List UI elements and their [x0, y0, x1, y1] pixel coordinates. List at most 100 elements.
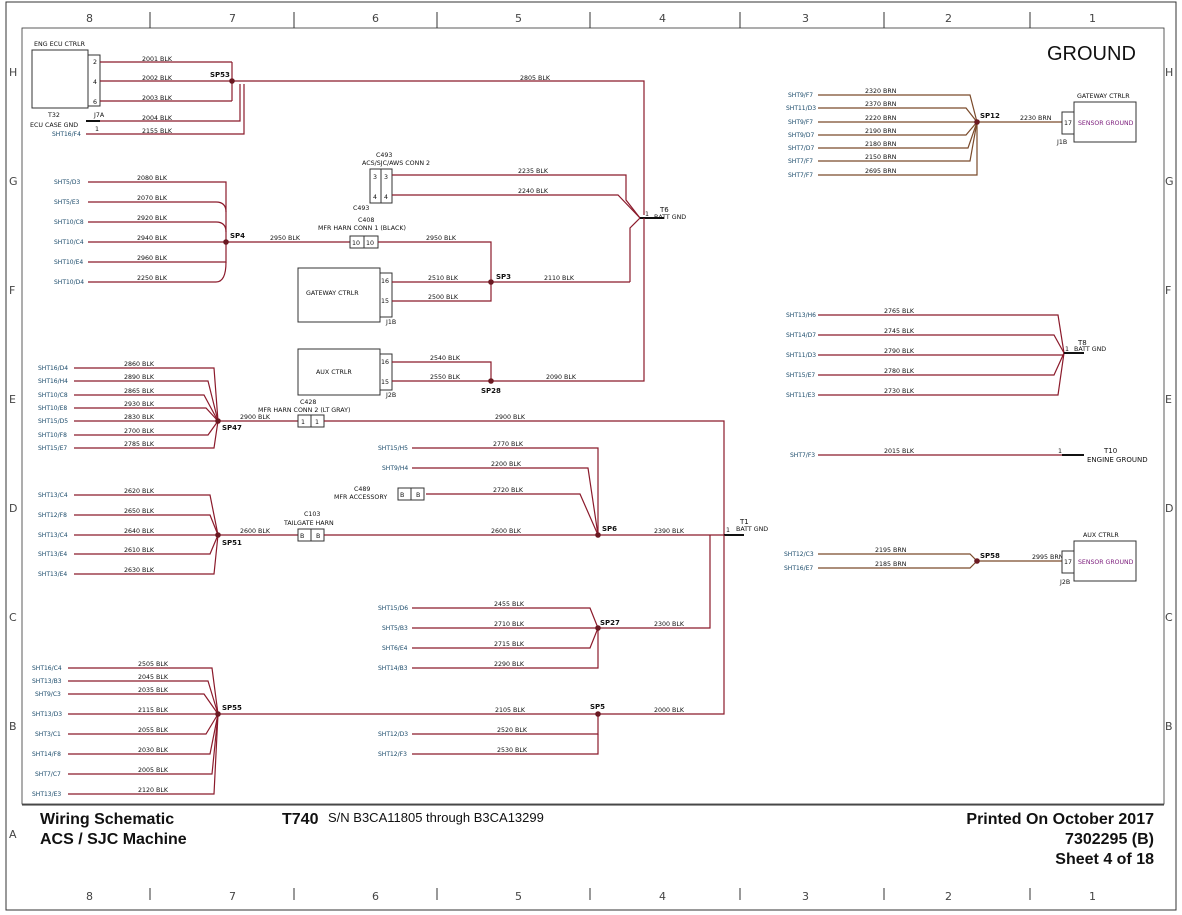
svg-text:4: 4	[93, 79, 97, 86]
svg-text:2530 BLK: 2530 BLK	[497, 747, 528, 754]
svg-text:J2B: J2B	[1059, 579, 1070, 586]
machine-type: ACS / SJC Machine	[40, 831, 187, 848]
splice-sp12	[974, 119, 980, 125]
gateway-ctrlr-left: GATEWAY CTRLR 16 15 J1B	[297, 267, 396, 326]
svg-text:B: B	[300, 533, 304, 540]
svg-text:15: 15	[381, 298, 389, 305]
svg-text:B: B	[400, 492, 404, 499]
svg-text:SHT14/D7: SHT14/D7	[786, 332, 816, 339]
splice-sp28	[488, 378, 494, 384]
svg-text:SHT16/H4: SHT16/H4	[38, 378, 68, 385]
svg-text:ACS/SJC/AWS CONN 2: ACS/SJC/AWS CONN 2	[362, 160, 430, 167]
svg-text:6: 6	[372, 890, 379, 903]
svg-text:2235 BLK: 2235 BLK	[518, 168, 549, 175]
svg-text:SHT9/D7: SHT9/D7	[788, 132, 814, 139]
svg-text:SHT5/E3: SHT5/E3	[54, 199, 80, 206]
svg-text:TAILGATE HARN: TAILGATE HARN	[283, 520, 334, 527]
svg-text:2770 BLK: 2770 BLK	[493, 441, 524, 448]
svg-text:2155 BLK: 2155 BLK	[142, 128, 173, 135]
svg-text:17: 17	[1064, 559, 1072, 566]
svg-text:SP3: SP3	[496, 273, 511, 281]
svg-text:2650 BLK: 2650 BLK	[124, 508, 155, 515]
svg-text:SHT16/E7: SHT16/E7	[784, 565, 813, 572]
svg-text:C: C	[9, 611, 17, 624]
svg-text:4: 4	[373, 194, 377, 201]
svg-text:16: 16	[381, 278, 389, 285]
svg-text:2220 BRN: 2220 BRN	[865, 115, 897, 122]
svg-text:1: 1	[726, 527, 730, 534]
svg-text:2150 BRN: 2150 BRN	[865, 154, 897, 161]
sp4-refs: SHT5/D3 SHT5/E3 SHT10/C8 SHT10/C4 SHT10/…	[54, 179, 84, 286]
connector-c408: C408 MFR HARN CONN 1 (BLACK) 10 10	[318, 217, 406, 249]
svg-text:SP6: SP6	[602, 525, 617, 533]
model-number: T740	[282, 811, 319, 828]
svg-text:2300 BLK: 2300 BLK	[654, 621, 685, 628]
splice-sp4	[223, 239, 229, 245]
splice-sp5	[595, 711, 601, 717]
svg-text:SHT10/C8: SHT10/C8	[54, 219, 84, 226]
svg-text:SHT11/E3: SHT11/E3	[786, 392, 815, 399]
splice-sp53	[229, 78, 235, 84]
svg-text:2830 BLK: 2830 BLK	[124, 414, 155, 421]
svg-text:4: 4	[659, 890, 666, 903]
svg-text:2785 BLK: 2785 BLK	[124, 441, 155, 448]
svg-text:SHT15/D6: SHT15/D6	[378, 605, 408, 612]
svg-text:2390 BLK: 2390 BLK	[654, 528, 685, 535]
svg-text:GATEWAY CTRLR: GATEWAY CTRLR	[1077, 93, 1130, 100]
svg-text:J7A: J7A	[93, 112, 105, 119]
svg-text:SHT9/F7: SHT9/F7	[788, 92, 813, 99]
svg-text:3: 3	[802, 890, 809, 903]
svg-text:SHT13/E4: SHT13/E4	[38, 571, 67, 578]
svg-text:F: F	[1165, 284, 1171, 297]
splice-sp47	[215, 418, 221, 424]
title-block: Wiring Schematic ACS / SJC Machine T740 …	[40, 810, 1154, 868]
svg-text:SHT9/C3: SHT9/C3	[35, 691, 61, 698]
splice-sp58	[974, 558, 980, 564]
svg-text:SENSOR GROUND: SENSOR GROUND	[1078, 559, 1134, 566]
svg-text:SHT7/F7: SHT7/F7	[788, 158, 813, 165]
svg-text:GATEWAY CTRLR: GATEWAY CTRLR	[306, 290, 359, 297]
svg-text:2780 BLK: 2780 BLK	[884, 368, 915, 375]
svg-text:1: 1	[315, 419, 319, 426]
svg-text:SHT12/F8: SHT12/F8	[38, 512, 67, 519]
svg-text:SP12: SP12	[980, 112, 1000, 120]
svg-text:2230 BRN: 2230 BRN	[1020, 115, 1052, 122]
svg-text:2720 BLK: 2720 BLK	[493, 487, 524, 494]
svg-text:2600 BLK: 2600 BLK	[240, 528, 271, 535]
svg-text:3: 3	[373, 174, 377, 181]
svg-text:AUX CTRLR: AUX CTRLR	[316, 369, 352, 376]
svg-text:2950 BLK: 2950 BLK	[270, 235, 301, 242]
svg-text:SHT10/C8: SHT10/C8	[38, 392, 68, 399]
svg-text:2790 BLK: 2790 BLK	[884, 348, 915, 355]
svg-text:1: 1	[1089, 890, 1096, 903]
sp12-refs: SHT9/F7 SHT11/D3 SHT9/F7 SHT9/D7 SHT7/D7…	[786, 92, 816, 179]
svg-text:SHT13/B3: SHT13/B3	[32, 678, 62, 685]
svg-text:2180 BRN: 2180 BRN	[865, 141, 897, 148]
svg-text:2195 BRN: 2195 BRN	[875, 547, 907, 554]
svg-text:B: B	[9, 720, 17, 733]
svg-text:SHT13/C4: SHT13/C4	[38, 532, 68, 539]
svg-text:2004 BLK: 2004 BLK	[142, 115, 173, 122]
svg-text:J2B: J2B	[385, 392, 396, 399]
svg-text:2: 2	[945, 12, 952, 25]
svg-text:2950 BLK: 2950 BLK	[426, 235, 457, 242]
svg-text:2940 BLK: 2940 BLK	[137, 235, 168, 242]
svg-text:C428: C428	[300, 399, 316, 406]
svg-text:G: G	[9, 175, 18, 188]
svg-text:H: H	[9, 66, 17, 79]
svg-text:2920 BLK: 2920 BLK	[137, 215, 168, 222]
svg-text:2070 BLK: 2070 BLK	[137, 195, 168, 202]
svg-text:SHT6/E4: SHT6/E4	[382, 645, 408, 652]
svg-text:SHT13/E3: SHT13/E3	[32, 791, 61, 798]
svg-text:AUX CTRLR: AUX CTRLR	[1083, 532, 1119, 539]
schematic-sheet: 8 7 6 5 4 3 2 1 8 7 6 5 4 3 2 1 H G F E …	[0, 0, 1182, 915]
connector-c489: C489 MFR ACCESSORY B B	[334, 486, 425, 501]
svg-text:2900 BLK: 2900 BLK	[495, 414, 526, 421]
svg-text:2002 BLK: 2002 BLK	[142, 75, 173, 82]
schematic-title: Wiring Schematic	[40, 811, 174, 828]
svg-text:SHT3/C1: SHT3/C1	[35, 731, 61, 738]
svg-text:2715 BLK: 2715 BLK	[494, 641, 525, 648]
svg-text:2995 BRN: 2995 BRN	[1032, 554, 1064, 561]
svg-text:5: 5	[515, 890, 522, 903]
svg-text:SP5: SP5	[590, 703, 605, 711]
